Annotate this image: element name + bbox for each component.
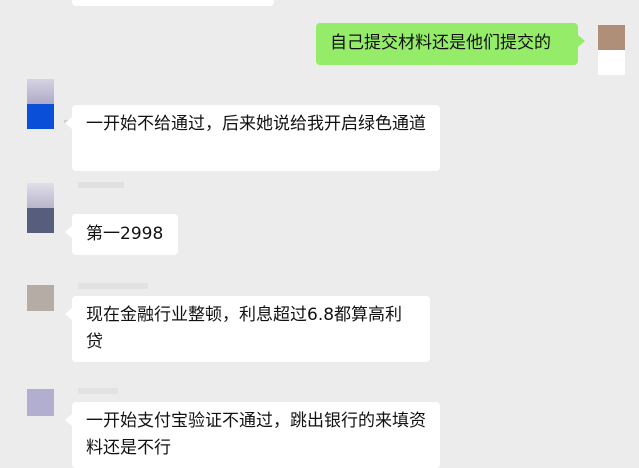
message-text: 一开始不给通过，后来她说给我开启绿色通道 [86,114,426,134]
message-text: 第一2998 [86,224,164,244]
message-incoming[interactable]: 一开始支付宝验证不通过，跳出银行的来填资料还是不行 [65,402,440,468]
clipped-label [78,182,124,188]
own-avatar[interactable] [598,25,625,75]
chat-conversation: 自己提交材料还是他们提交的 一开始不给通过，后来她说给我开启绿色通道 第一299… [0,0,639,468]
clipped-label [78,388,118,394]
contact-avatar[interactable] [27,183,54,233]
message-text: 自己提交材料还是他们提交的 [330,33,551,53]
message-outgoing[interactable]: 自己提交材料还是他们提交的 [316,23,585,65]
message-incoming[interactable]: 现在金融行业整顿，利息超过6.8都算高利贷 [65,296,430,362]
message-text: 现在金融行业整顿，利息超过6.8都算高利贷 [86,305,403,352]
contact-avatar[interactable] [27,79,54,129]
contact-avatar[interactable] [27,389,54,416]
clipped-label [78,283,148,289]
message-incoming[interactable]: 第一2998 [65,214,178,255]
message-text: 一开始支付宝验证不通过，跳出银行的来填资料还是不行 [86,411,426,458]
contact-avatar[interactable] [27,285,54,311]
clipped-bubble-edge [72,0,274,6]
message-incoming[interactable]: 一开始不给通过，后来她说给我开启绿色通道 [65,105,440,171]
